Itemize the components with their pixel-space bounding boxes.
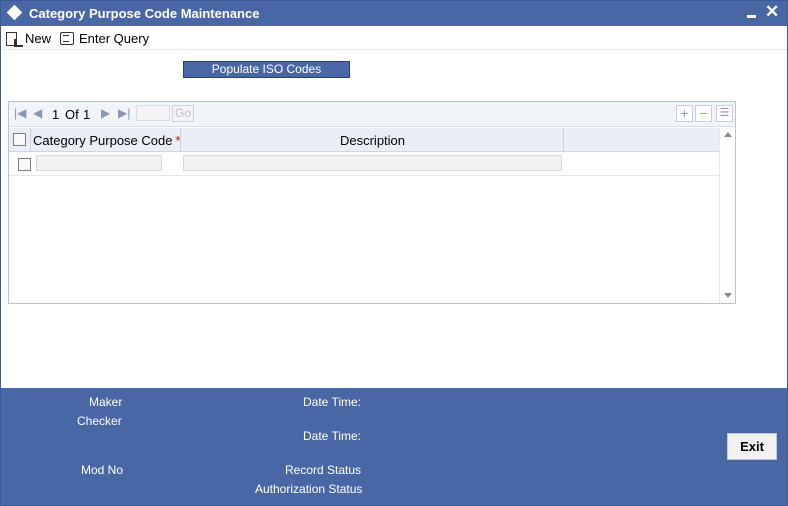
maintenance-window: Category Purpose Code Maintenance ✕ New … (0, 0, 788, 506)
go-button[interactable]: Go (172, 105, 194, 122)
checker-date-time-label: Date Time: (303, 429, 362, 443)
page-number-input[interactable] (136, 105, 170, 121)
category-purpose-grid: |◀ ◀ 1 Of 1 ▶ ▶| Go + − ☰ Category Purpo… (8, 101, 736, 304)
checker-label: Checker (77, 414, 122, 428)
populate-iso-codes-button[interactable]: Populate ISO Codes (183, 61, 350, 78)
column-header-label: Category Purpose Code (33, 133, 173, 148)
select-all-checkbox[interactable] (13, 133, 26, 146)
grid-header: Category Purpose Code * Description (9, 128, 719, 152)
audit-footer: Maker Checker Mod No Date Time: Date Tim… (1, 388, 787, 505)
close-icon[interactable]: ✕ (765, 3, 779, 20)
single-record-view-icon[interactable]: ☰ (716, 105, 733, 122)
title-bar: Category Purpose Code Maintenance ✕ (1, 1, 787, 26)
total-pages: 1 (83, 107, 91, 122)
scroll-up-icon[interactable] (724, 132, 732, 137)
maker-label: Maker (89, 395, 123, 409)
add-row-icon[interactable]: + (676, 105, 693, 122)
last-page-icon[interactable]: ▶| (118, 106, 130, 120)
delete-row-icon[interactable]: − (695, 105, 712, 122)
toolbar: New Enter Query (1, 26, 787, 50)
new-button[interactable]: New (6, 29, 51, 47)
next-page-icon[interactable]: ▶ (101, 106, 110, 120)
mod-no-label: Mod No (81, 463, 124, 477)
query-icon (60, 31, 75, 45)
column-divider (563, 128, 564, 152)
grid-vertical-scrollbar[interactable] (719, 128, 735, 303)
authorization-status-label: Authorization Status (255, 482, 363, 496)
of-label: Of (65, 107, 79, 122)
category-purpose-code-input[interactable] (36, 155, 162, 171)
column-header-description: Description (339, 133, 406, 148)
new-button-label: New (25, 30, 52, 46)
column-header-category-purpose-code: Category Purpose Code * (33, 133, 181, 148)
minimize-icon[interactable] (746, 4, 758, 20)
new-document-icon (6, 31, 23, 47)
previous-page-icon[interactable]: ◀ (33, 106, 42, 120)
window-title: Category Purpose Code Maintenance (29, 6, 260, 21)
current-page: 1 (52, 107, 60, 122)
row-select-checkbox[interactable] (18, 158, 31, 171)
first-page-icon[interactable]: |◀ (14, 106, 26, 120)
app-diamond-icon (6, 4, 23, 21)
table-row (9, 152, 719, 176)
record-status-label: Record Status (285, 463, 362, 477)
enter-query-button[interactable]: Enter Query (60, 29, 149, 47)
enter-query-label: Enter Query (79, 30, 150, 46)
maker-date-time-label: Date Time: (303, 395, 362, 409)
scroll-down-icon[interactable] (724, 293, 732, 298)
grid-pager: |◀ ◀ 1 Of 1 ▶ ▶| Go + − ☰ (9, 102, 735, 127)
exit-button[interactable]: Exit (727, 433, 777, 460)
column-divider (30, 128, 31, 152)
description-input[interactable] (183, 155, 562, 171)
